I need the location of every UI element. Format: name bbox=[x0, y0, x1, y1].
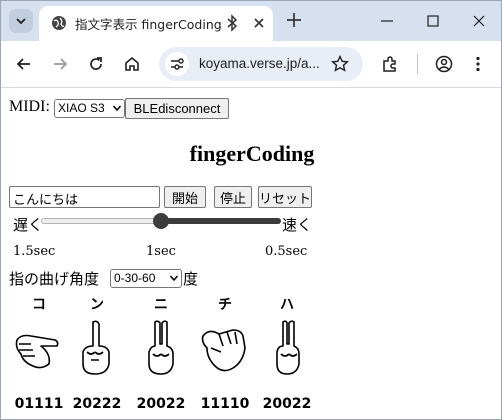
hand-sign-ko-icon bbox=[15, 334, 59, 369]
midi-selected-value: XIAO S3 bbox=[58, 101, 105, 115]
angle-label: 指の曲げ角度 bbox=[9, 270, 100, 288]
kana-label: チ bbox=[218, 297, 232, 313]
speed-slider[interactable] bbox=[41, 213, 281, 229]
hand-sign-ni-icon bbox=[148, 320, 174, 375]
slider-fill bbox=[161, 218, 281, 224]
finger-code: 11110 bbox=[200, 396, 250, 412]
globe-icon bbox=[52, 16, 66, 30]
kana-label: コ bbox=[32, 297, 46, 313]
reload-icon bbox=[90, 57, 102, 70]
close-window-icon bbox=[473, 15, 485, 27]
back-icon bbox=[16, 58, 30, 70]
page-content: MIDI: XIAO S3 BLEdisconnect fingerCoding… bbox=[1, 88, 501, 419]
hand-sign-ha-icon bbox=[276, 320, 300, 375]
bluetooth-icon bbox=[227, 14, 238, 32]
home-button[interactable] bbox=[121, 53, 143, 75]
speed-tick-slow: 1.5sec bbox=[13, 244, 56, 259]
address-bar[interactable]: koyama.verse.jp/a... bbox=[159, 47, 363, 81]
maximize-button[interactable] bbox=[421, 9, 445, 33]
tab-strip: 指文字表示 fingerCoding bbox=[1, 1, 501, 41]
account-icon bbox=[435, 55, 453, 73]
maximize-icon bbox=[427, 15, 439, 27]
finger-code: 20022 bbox=[262, 396, 312, 412]
kana-label: ン bbox=[90, 297, 104, 313]
hand-sign-item: ン 20222 bbox=[67, 294, 127, 412]
angle-select[interactable]: 0-30-60 bbox=[110, 269, 182, 288]
angle-selected-value: 0-30-60 bbox=[114, 271, 156, 285]
finger-code: 01111 bbox=[14, 396, 64, 412]
tab-title: 指文字表示 fingerCoding bbox=[75, 17, 222, 32]
minimize-button[interactable] bbox=[375, 9, 399, 33]
hand-sign-n-icon bbox=[82, 320, 110, 375]
browser-window: 指文字表示 fingerCoding koyama.verse.jp/a... … bbox=[0, 0, 502, 420]
extensions-icon bbox=[383, 56, 396, 72]
midi-label: MIDI: bbox=[9, 98, 50, 115]
site-info-icon bbox=[171, 58, 184, 70]
tab-active[interactable]: 指文字表示 fingerCoding bbox=[39, 6, 273, 41]
star-icon[interactable] bbox=[331, 55, 349, 73]
forward-button[interactable] bbox=[49, 53, 71, 75]
minimize-icon bbox=[381, 20, 393, 22]
angle-suffix: 度 bbox=[183, 270, 199, 288]
midi-device-select[interactable]: XIAO S3 bbox=[54, 99, 125, 118]
browser-toolbar: koyama.verse.jp/a... bbox=[1, 41, 501, 88]
chevron-down-icon bbox=[113, 105, 121, 111]
extensions-button[interactable] bbox=[379, 53, 401, 75]
text-input[interactable]: こんにちは bbox=[9, 186, 160, 208]
hand-sign-item: コ 01111 bbox=[9, 294, 69, 412]
home-icon bbox=[125, 56, 139, 71]
slider-thumb[interactable] bbox=[153, 213, 169, 229]
plus-icon[interactable] bbox=[285, 11, 303, 29]
finger-code: 20022 bbox=[136, 396, 186, 412]
kana-label: ニ bbox=[154, 297, 168, 313]
account-button[interactable] bbox=[433, 53, 455, 75]
toolbar-separator bbox=[417, 54, 418, 74]
menu-icon bbox=[476, 56, 480, 72]
slow-label: 遅く bbox=[13, 216, 44, 234]
page-title: fingerCoding bbox=[189, 141, 315, 166]
start-button[interactable]: 開始 bbox=[164, 186, 206, 208]
forward-icon bbox=[54, 58, 68, 70]
back-button[interactable] bbox=[13, 53, 35, 75]
tab-search-button[interactable] bbox=[9, 9, 33, 33]
close-icon[interactable] bbox=[251, 15, 267, 31]
menu-button[interactable] bbox=[467, 53, 489, 75]
chevron-down-icon bbox=[170, 275, 178, 281]
speed-tick-mid: 1sec bbox=[146, 244, 176, 259]
url-text: koyama.verse.jp/a... bbox=[199, 56, 320, 71]
reset-button[interactable]: リセット bbox=[258, 186, 312, 208]
kana-label: ハ bbox=[280, 297, 294, 313]
finger-code: 20222 bbox=[72, 396, 122, 412]
reload-button[interactable] bbox=[85, 53, 107, 75]
fast-label: 速く bbox=[282, 216, 313, 234]
ble-disconnect-button[interactable]: BLEdisconnect bbox=[125, 98, 229, 119]
site-info-button[interactable] bbox=[165, 52, 189, 76]
close-window-button[interactable] bbox=[467, 9, 491, 33]
hand-sign-item: ハ 20022 bbox=[257, 294, 317, 412]
hand-sign-item: チ 11110 bbox=[195, 294, 255, 412]
stop-button[interactable]: 停止 bbox=[214, 186, 252, 208]
chevron-down-icon bbox=[16, 18, 26, 25]
hand-sign-item: ニ 20022 bbox=[131, 294, 191, 412]
speed-tick-fast: 0.5sec bbox=[265, 244, 308, 259]
hand-sign-chi-icon bbox=[201, 329, 246, 372]
